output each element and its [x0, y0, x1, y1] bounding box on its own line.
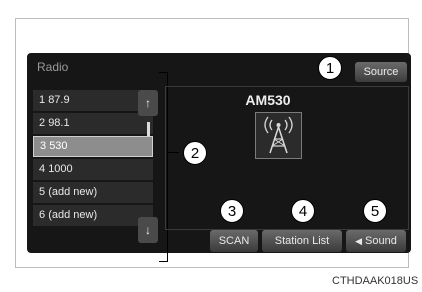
preset-frequency: 1000 [48, 163, 73, 175]
scrollbar-thumb[interactable] [147, 122, 150, 136]
preset-item-2[interactable]: 2 98.1 [33, 113, 153, 134]
preset-frequency: (add new) [48, 209, 98, 221]
up-arrow-icon: ↑ [145, 96, 151, 110]
preset-frequency: 98.1 [48, 117, 70, 129]
down-arrow-icon: ↓ [145, 223, 151, 237]
callout-1: 1 [318, 56, 342, 80]
preset-frequency: 530 [49, 140, 68, 152]
sound-button[interactable]: ◀ Sound [346, 230, 406, 252]
sound-label: Sound [365, 235, 397, 247]
callout-2: 2 [183, 141, 207, 165]
scan-button[interactable]: SCAN [210, 230, 258, 252]
preset-item-3[interactable]: 3 530 [33, 136, 153, 157]
radio-tower-icon [255, 112, 302, 159]
preset-number: 4 [39, 163, 46, 175]
preset-number: 6 [39, 209, 46, 221]
screen-title: Radio [37, 60, 69, 74]
preset-item-6[interactable]: 6 (add new) [33, 205, 153, 226]
callout-3: 3 [220, 199, 244, 223]
preset-frequency: (add new) [48, 186, 98, 198]
preset-item-4[interactable]: 4 1000 [33, 159, 153, 180]
preset-list: 1 87.9 2 98.1 3 530 4 1000 5 (add new) 6… [33, 90, 153, 228]
scroll-up-button[interactable]: ↑ [138, 90, 158, 116]
preset-item-5[interactable]: 5 (add new) [33, 182, 153, 203]
preset-number: 5 [39, 186, 46, 198]
speaker-icon: ◀ [355, 235, 363, 246]
source-label: Source [363, 66, 399, 78]
preset-frequency: 87.9 [48, 94, 70, 106]
scan-label: SCAN [218, 235, 250, 247]
station-list-button[interactable]: Station List [262, 230, 342, 252]
station-list-label: Station List [274, 235, 330, 247]
figure-caption: CTHDAAK018US [332, 275, 419, 287]
current-station: AM530 [245, 92, 291, 108]
preset-number: 1 [39, 94, 46, 106]
preset-number: 3 [40, 140, 47, 152]
preset-item-1[interactable]: 1 87.9 [33, 90, 153, 111]
preset-number: 2 [39, 117, 46, 129]
callout-5: 5 [363, 199, 387, 223]
source-button[interactable]: Source [355, 62, 407, 82]
scroll-down-button[interactable]: ↓ [138, 217, 158, 243]
callout-4: 4 [291, 199, 315, 223]
